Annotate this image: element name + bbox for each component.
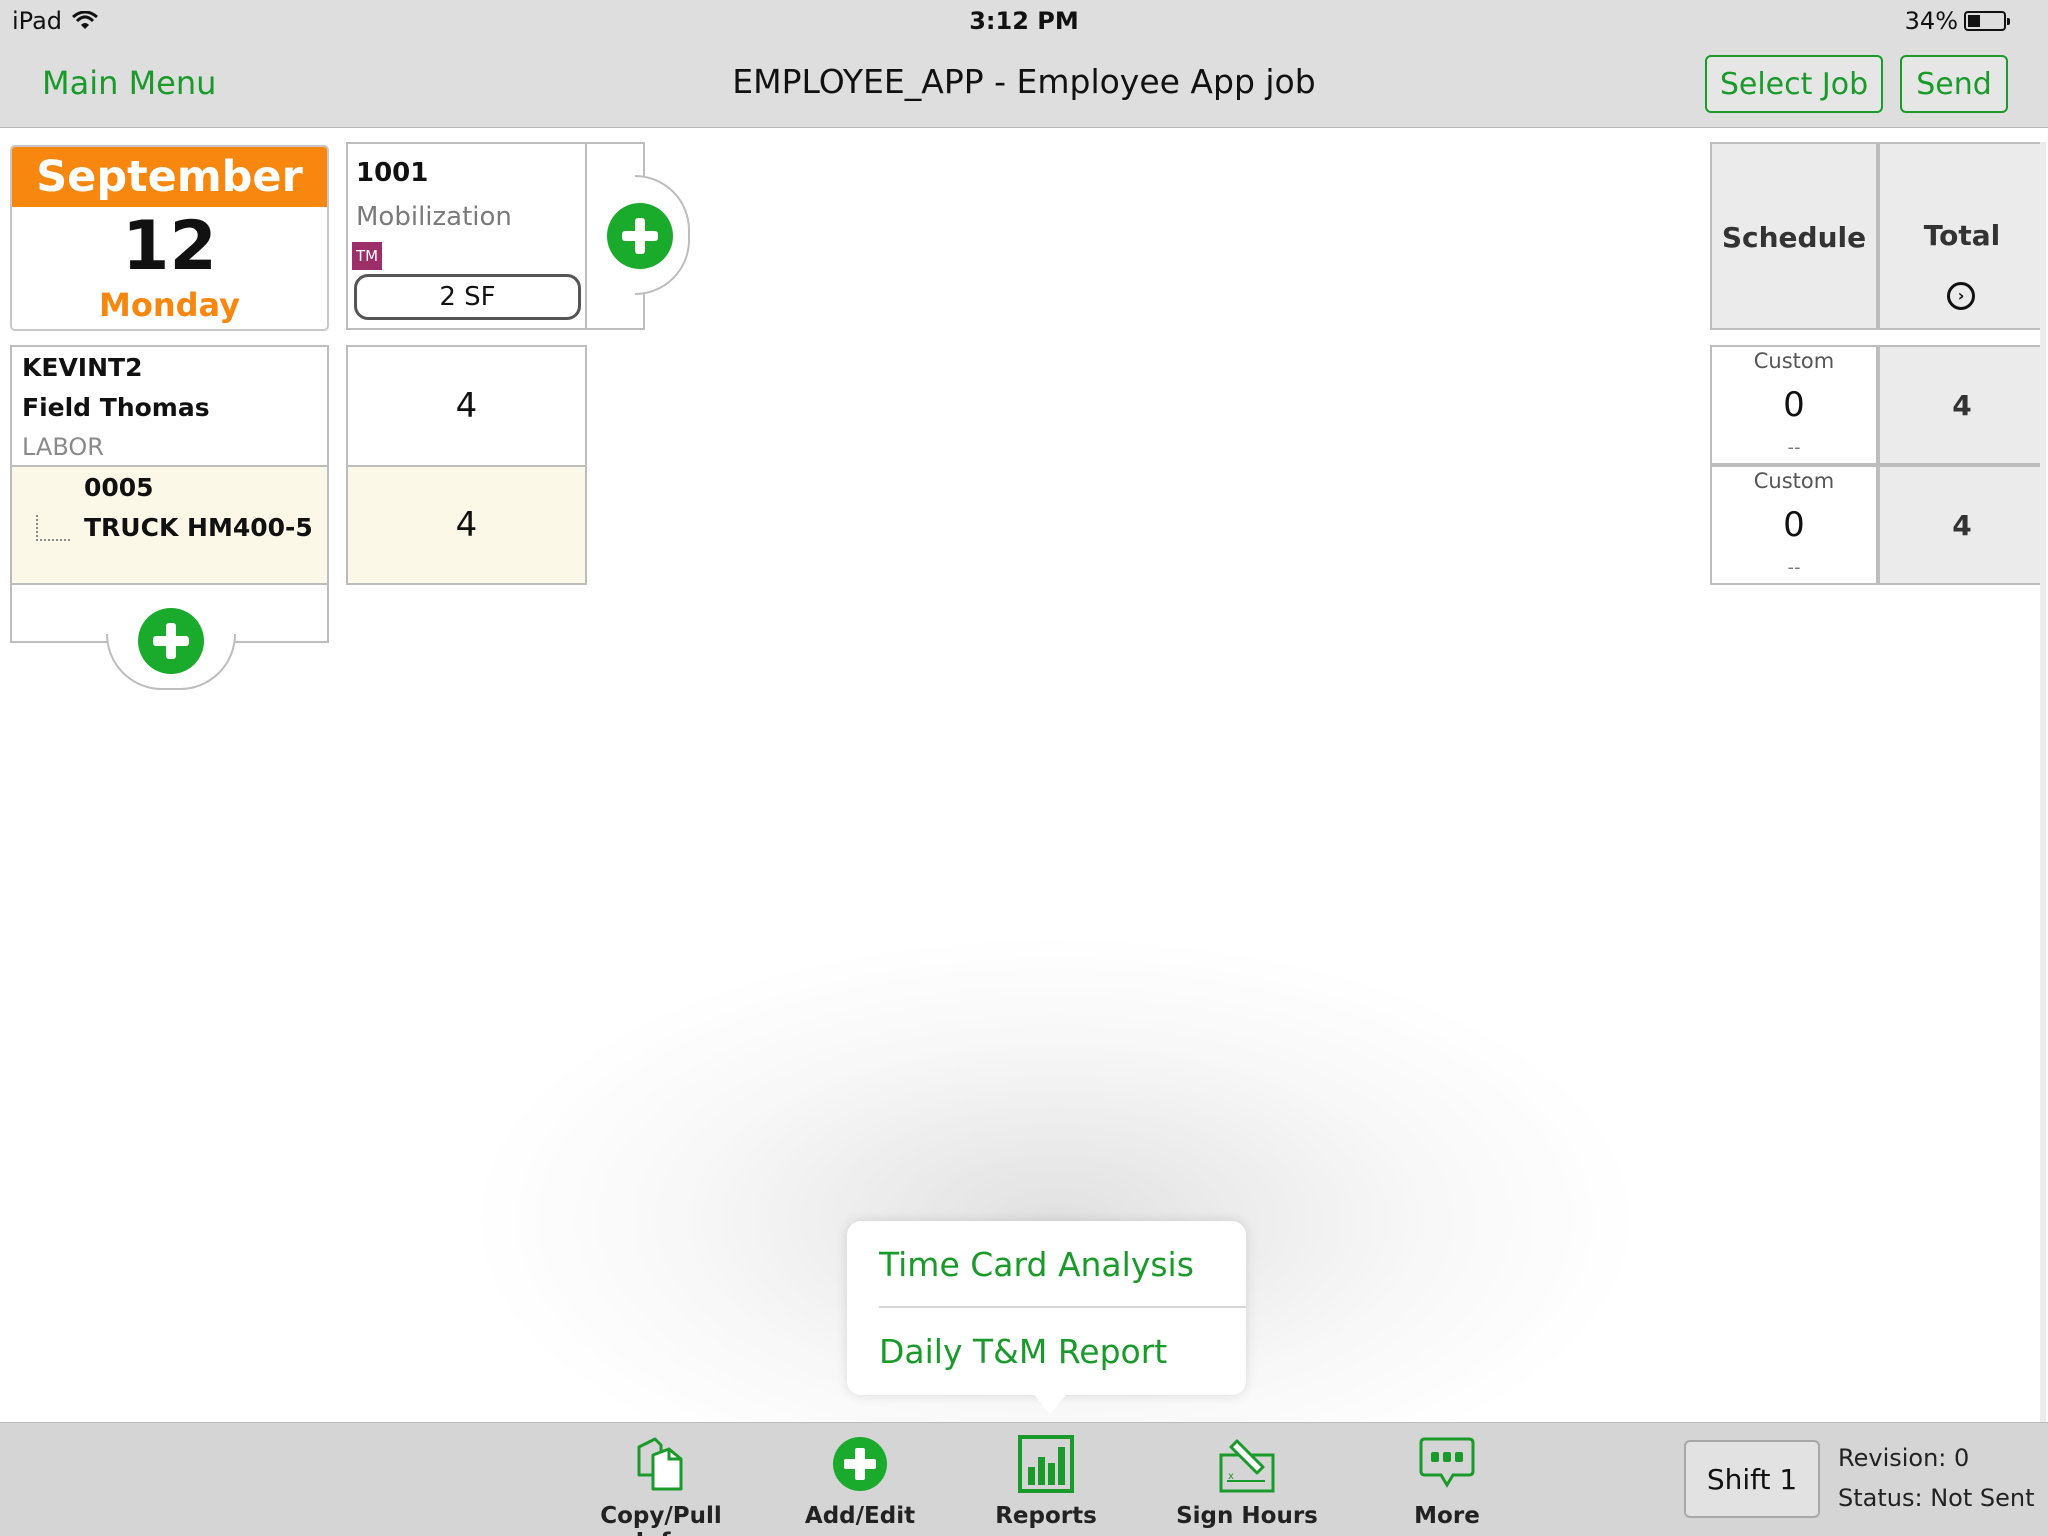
plus-circle-icon [833,1437,887,1491]
popover-arrow [1030,1390,1070,1414]
send-status-text: Status: Not Sent [1838,1484,2035,1512]
cost-code-number: 1001 [356,158,429,188]
sign-hours-button[interactable]: x Sign Hours [1162,1435,1332,1535]
scrollbar[interactable] [2040,142,2046,1422]
popover-backdrop [480,940,1630,1500]
total-header-label: Total [1923,219,2001,252]
date-day: 12 [122,207,217,286]
menu-item-time-card-analysis[interactable]: Time Card Analysis [879,1221,1246,1308]
reports-button[interactable]: Reports [961,1435,1131,1535]
copy-pull-info-label: Copy/Pull Info [600,1503,722,1536]
add-edit-label: Add/Edit [804,1503,916,1529]
add-edit-button[interactable]: Add/Edit [775,1435,945,1535]
chevron-right-icon[interactable]: › [1947,282,1975,310]
sign-pen-icon: x [1219,1439,1275,1493]
clock: 3:12 PM [969,7,1079,35]
svg-text:x: x [1228,1471,1234,1482]
select-job-button[interactable]: Select Job [1705,55,1883,113]
cost-code-header[interactable]: 1001 Mobilization TM 2 SF [346,142,587,330]
total-cell: 4 [1878,345,2046,465]
employee-hours-cell[interactable]: 4 [346,345,587,467]
add-cost-code-button[interactable] [607,203,673,269]
employee-class: LABOR [22,433,104,461]
tree-connector-icon [36,515,70,541]
tm-badge: TM [352,242,382,270]
equipment-hours-cell[interactable]: 4 [346,465,587,585]
cost-code-description: Mobilization [356,202,512,232]
schedule-sub: -- [1787,557,1801,578]
schedule-header: Schedule [1710,142,1878,330]
main-menu-button[interactable]: Main Menu [42,64,216,102]
equipment-id: 0005 [84,473,154,502]
revision-text: Revision: 0 [1838,1444,1970,1472]
reports-popover: Time Card Analysis Daily T&M Report [847,1221,1246,1395]
status-bar: iPad 3:12 PM 34% [0,0,2048,42]
total-cell: 4 [1878,465,2046,585]
send-button[interactable]: Send [1900,55,2008,113]
reports-label: Reports [995,1503,1097,1529]
date-weekday: Monday [99,286,240,324]
copy-icon [637,1437,683,1491]
shift-button[interactable]: Shift 1 [1684,1440,1820,1518]
menu-item-daily-tm-report[interactable]: Daily T&M Report [847,1308,1246,1395]
schedule-value: 0 [1783,505,1805,545]
employee-name: Field Thomas [22,393,210,422]
employee-row-label[interactable]: KEVINT2 Field Thomas LABOR [10,345,329,467]
employee-id: KEVINT2 [22,353,143,382]
schedule-cell[interactable]: Custom 0 -- [1710,465,1878,585]
date-month: September [12,147,327,207]
more-button[interactable]: More [1362,1435,1532,1535]
schedule-type: Custom [1753,349,1835,373]
more-label: More [1414,1503,1480,1529]
equipment-row-label[interactable]: 0005 TRUCK HM400-5 [10,465,329,585]
schedule-value: 0 [1783,385,1805,425]
date-card[interactable]: September 12 Monday [10,145,329,331]
copy-pull-info-button[interactable]: Copy/Pull Info [576,1435,746,1536]
bar-chart-icon [1018,1435,1074,1493]
add-employee-button[interactable] [138,608,204,674]
equipment-name: TRUCK HM400-5 [84,513,313,542]
schedule-type: Custom [1753,469,1835,493]
schedule-sub: -- [1787,437,1801,458]
nav-bar: Main Menu EMPLOYEE_APP - Employee App jo… [0,42,2048,128]
sign-hours-label: Sign Hours [1176,1503,1318,1529]
cost-code-quantity-button[interactable]: 2 SF [354,274,581,320]
chat-bubble-more-icon [1419,1437,1475,1488]
schedule-cell[interactable]: Custom 0 -- [1710,345,1878,465]
battery-percent: 34% [1904,7,1958,35]
battery-icon [1964,11,2010,31]
